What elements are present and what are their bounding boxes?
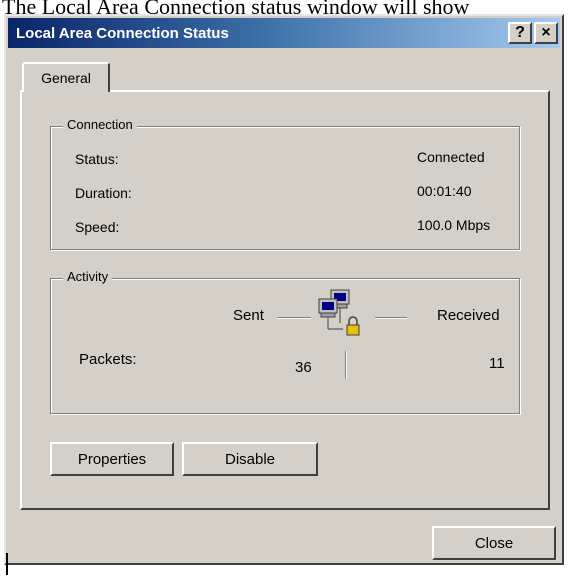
status-value: Connected [417,149,485,165]
packets-label: Packets: [79,351,137,368]
connection-group: Connection Status: Connected Duration: 0… [50,117,520,250]
packets-divider [345,351,347,379]
general-tab-panel: Connection Status: Connected Duration: 0… [20,90,550,510]
activity-group-label: Activity [63,269,113,284]
duration-label: Duration: [75,185,132,201]
received-label: Received [437,307,500,324]
speed-label: Speed: [75,219,120,235]
window-title: Local Area Connection Status [16,24,229,42]
text-cursor [6,553,8,575]
close-button[interactable]: Close [432,526,556,560]
activity-group: Activity Sent Received Packets: 36 11 [50,269,520,414]
sent-line [277,317,311,319]
packets-sent-value: 36 [295,359,312,376]
status-label: Status: [75,151,119,167]
speed-value: 100.0 Mbps [417,217,491,233]
tab-general[interactable]: General [22,62,110,92]
connection-group-label: Connection [63,117,137,132]
network-computers-icon [317,289,363,339]
duration-value: 00:01:40 [417,183,472,199]
help-button[interactable]: ? [508,22,532,44]
close-icon: × [541,24,551,41]
properties-button[interactable]: Properties [50,442,174,476]
close-window-button[interactable]: × [534,22,558,44]
tab-label: General [41,70,91,86]
help-icon: ? [515,24,525,41]
received-line [375,317,407,319]
status-dialog: Local Area Connection Status ? × General… [4,14,564,565]
disable-button[interactable]: Disable [182,442,318,476]
sent-label: Sent [233,307,264,324]
packets-received-value: 11 [489,355,505,372]
title-bar[interactable]: Local Area Connection Status ? × [8,18,560,48]
